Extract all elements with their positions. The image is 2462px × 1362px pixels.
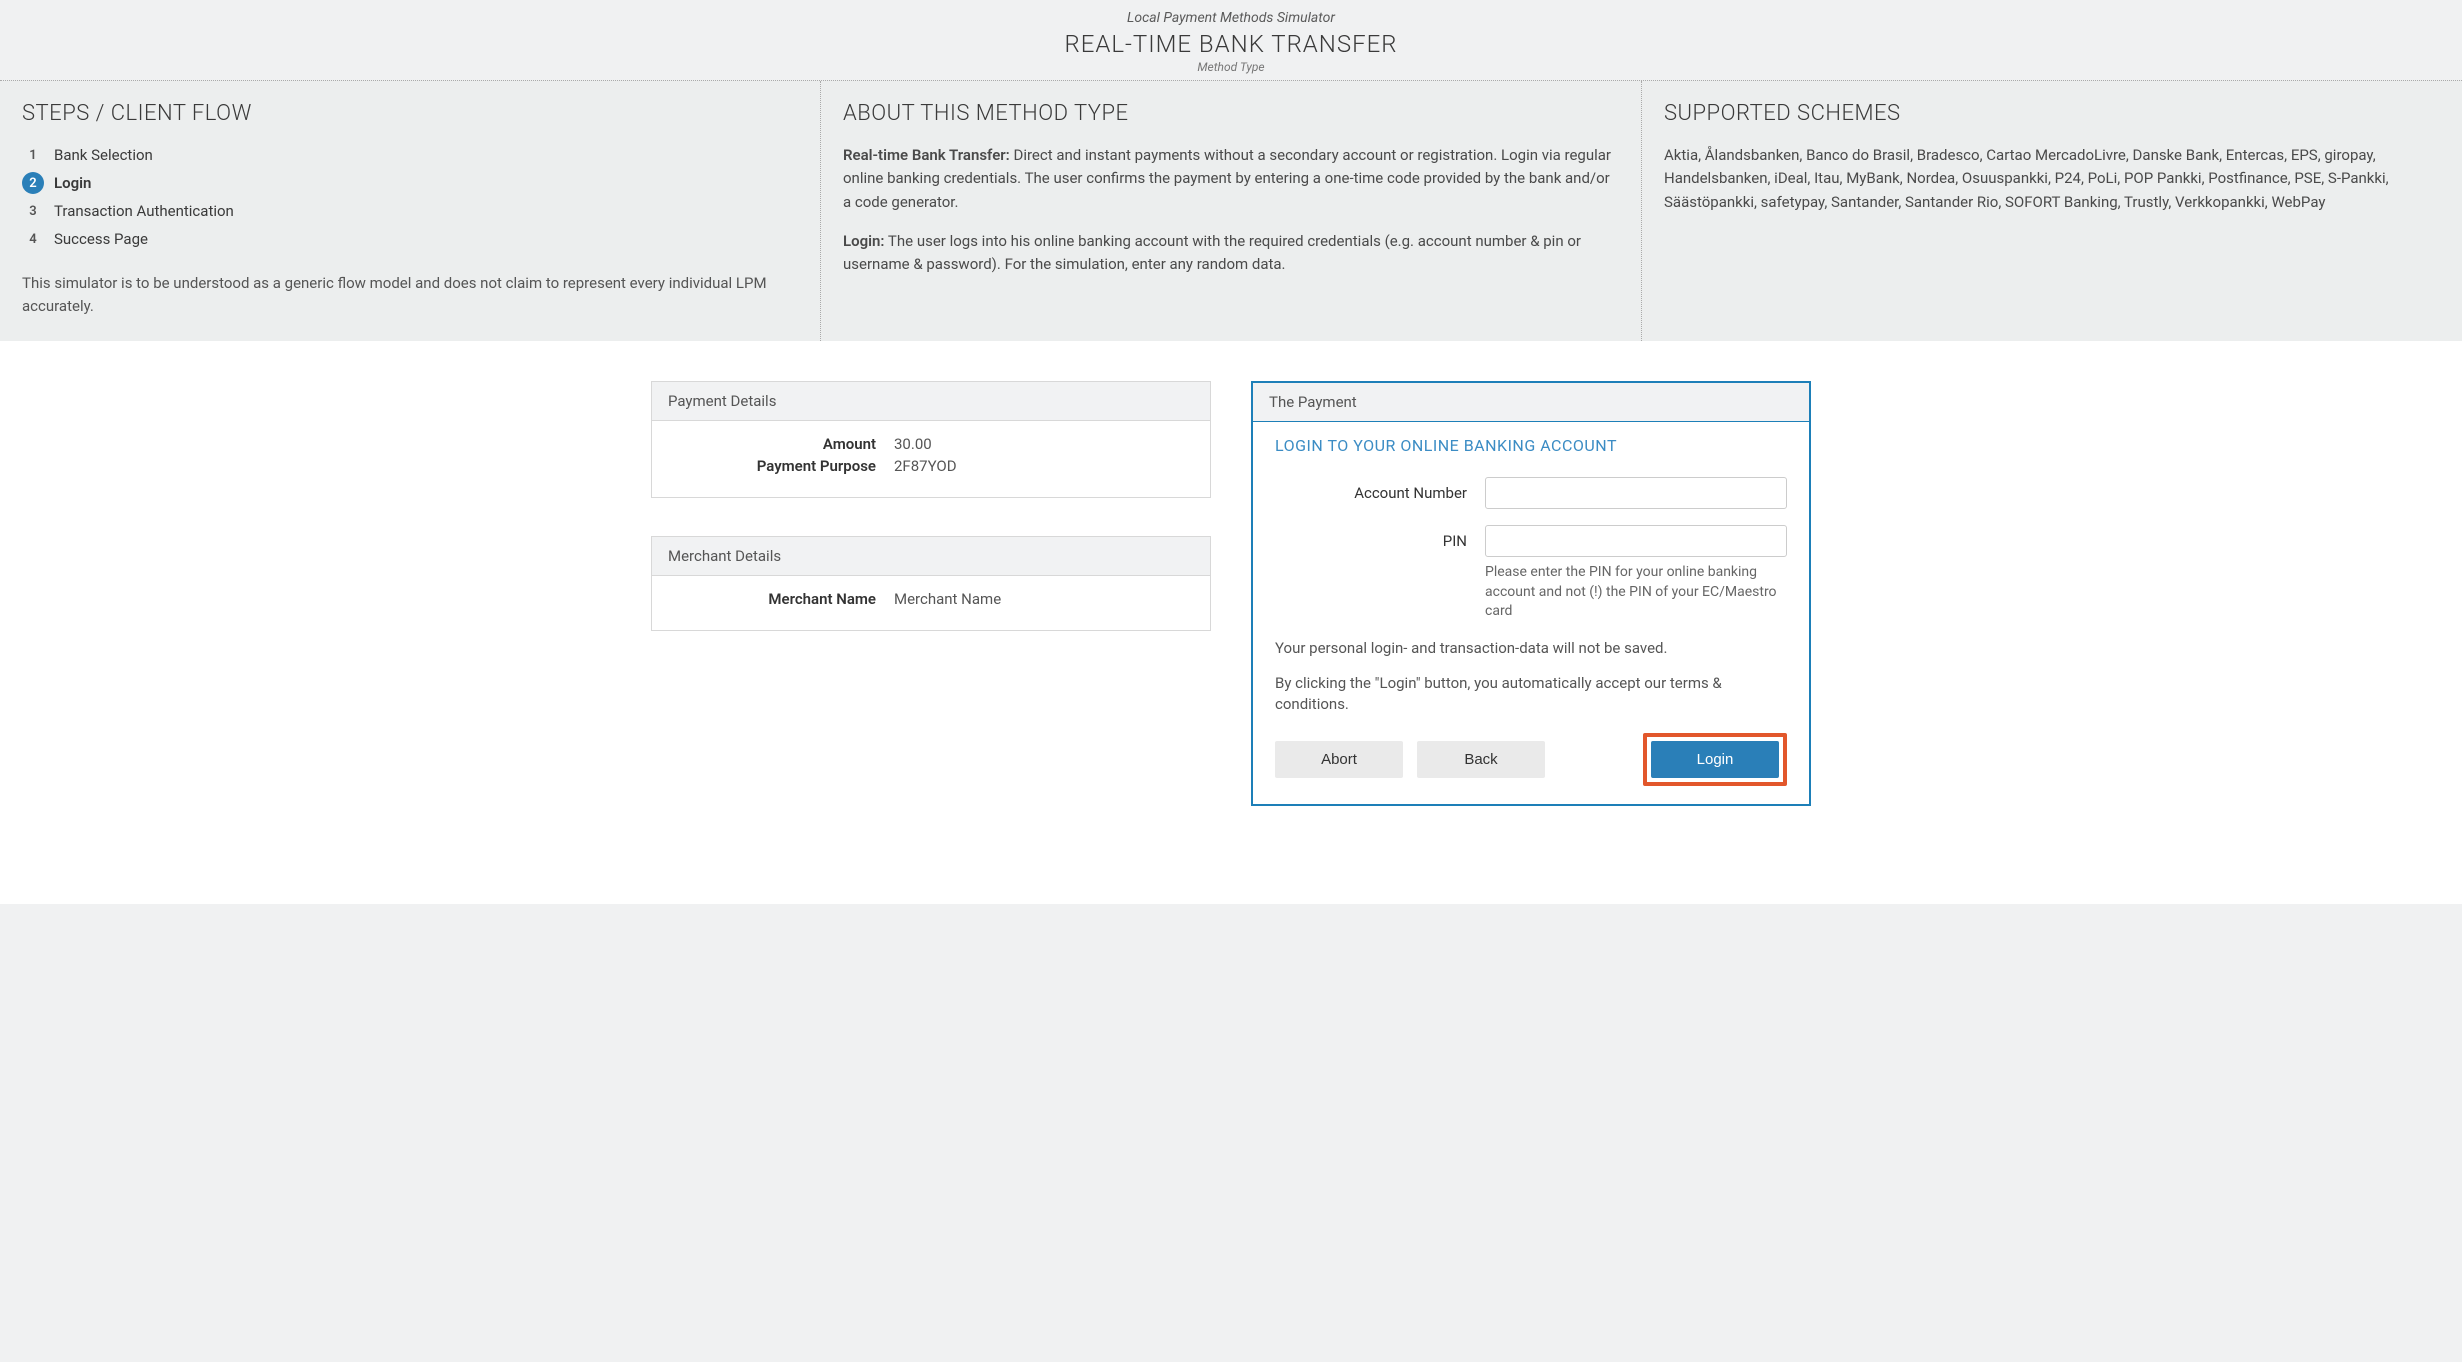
step-success[interactable]: 4 Success Page	[22, 228, 798, 250]
back-button[interactable]: Back	[1417, 741, 1545, 778]
page-title: REAL-TIME BANK TRANSFER	[0, 30, 2462, 58]
payment-details-heading: Payment Details	[652, 382, 1210, 421]
left-column: Payment Details Amount 30.00 Payment Pur…	[651, 381, 1211, 844]
amount-row: Amount 30.00	[674, 435, 1188, 453]
header-subtitle: Method Type	[0, 60, 2462, 74]
terms-note: By clicking the "Login" button, you auto…	[1275, 673, 1787, 715]
right-column: The Payment LOGIN TO YOUR ONLINE BANKING…	[1251, 381, 1811, 844]
step-number: 1	[22, 144, 44, 166]
privacy-note: Your personal login- and transaction-dat…	[1275, 638, 1787, 659]
merchant-name-value: Merchant Name	[894, 590, 1001, 608]
login-highlight: Login	[1643, 733, 1787, 786]
steps-heading: STEPS / CLIENT FLOW	[22, 101, 798, 126]
account-number-row: Account Number	[1275, 477, 1787, 509]
step-number: 2	[22, 172, 44, 194]
page-header: Local Payment Methods Simulator REAL-TIM…	[0, 0, 2462, 80]
step-transaction-auth[interactable]: 3 Transaction Authentication	[22, 200, 798, 222]
login-section-title: LOGIN TO YOUR ONLINE BANKING ACCOUNT	[1275, 436, 1787, 455]
merchant-details-card: Merchant Details Merchant Name Merchant …	[651, 536, 1211, 631]
button-row: Abort Back Login	[1275, 733, 1787, 786]
purpose-value: 2F87YOD	[894, 457, 957, 475]
merchant-name-label: Merchant Name	[674, 590, 894, 608]
pin-row: PIN Please enter the PIN for your online…	[1275, 525, 1787, 622]
steps-disclaimer: This simulator is to be understood as a …	[22, 272, 798, 317]
purpose-label: Payment Purpose	[674, 457, 894, 475]
step-label: Login	[54, 174, 91, 192]
amount-label: Amount	[674, 435, 894, 453]
payment-form-card: The Payment LOGIN TO YOUR ONLINE BANKING…	[1251, 381, 1811, 806]
payment-form-heading: The Payment	[1253, 383, 1809, 422]
step-login[interactable]: 2 Login	[22, 172, 798, 194]
about-p2-label: Login:	[843, 232, 885, 250]
purpose-row: Payment Purpose 2F87YOD	[674, 457, 1188, 475]
schemes-text: Aktia, Ålandsbanken, Banco do Brasil, Br…	[1664, 144, 2440, 214]
step-number: 4	[22, 228, 44, 250]
amount-value: 30.00	[894, 435, 932, 453]
step-bank-selection[interactable]: 1 Bank Selection	[22, 144, 798, 166]
about-p2-text: The user logs into his online banking ac…	[843, 232, 1581, 273]
main-area: Payment Details Amount 30.00 Payment Pur…	[0, 341, 2462, 904]
about-paragraph-1: Real-time Bank Transfer: Direct and inst…	[843, 144, 1619, 214]
merchant-name-row: Merchant Name Merchant Name	[674, 590, 1188, 608]
step-number: 3	[22, 200, 44, 222]
step-label: Success Page	[54, 230, 148, 248]
payment-details-card: Payment Details Amount 30.00 Payment Pur…	[651, 381, 1211, 498]
login-button[interactable]: Login	[1651, 741, 1779, 778]
info-row: STEPS / CLIENT FLOW 1 Bank Selection 2 L…	[0, 80, 2462, 341]
step-label: Transaction Authentication	[54, 202, 234, 220]
steps-column: STEPS / CLIENT FLOW 1 Bank Selection 2 L…	[0, 81, 821, 341]
merchant-details-heading: Merchant Details	[652, 537, 1210, 576]
abort-button[interactable]: Abort	[1275, 741, 1403, 778]
step-label: Bank Selection	[54, 146, 153, 164]
header-supertitle: Local Payment Methods Simulator	[0, 10, 2462, 26]
steps-list: 1 Bank Selection 2 Login 3 Transaction A…	[22, 144, 798, 250]
pin-hint: Please enter the PIN for your online ban…	[1485, 563, 1787, 622]
schemes-column: SUPPORTED SCHEMES Aktia, Ålandsbanken, B…	[1642, 81, 2462, 341]
account-number-input[interactable]	[1485, 477, 1787, 509]
account-number-label: Account Number	[1275, 477, 1485, 502]
pin-input[interactable]	[1485, 525, 1787, 557]
about-heading: ABOUT THIS METHOD TYPE	[843, 101, 1619, 126]
about-column: ABOUT THIS METHOD TYPE Real-time Bank Tr…	[821, 81, 1642, 341]
schemes-heading: SUPPORTED SCHEMES	[1664, 101, 2440, 126]
pin-label: PIN	[1275, 525, 1485, 550]
about-paragraph-2: Login: The user logs into his online ban…	[843, 230, 1619, 277]
about-p1-label: Real-time Bank Transfer:	[843, 146, 1010, 164]
